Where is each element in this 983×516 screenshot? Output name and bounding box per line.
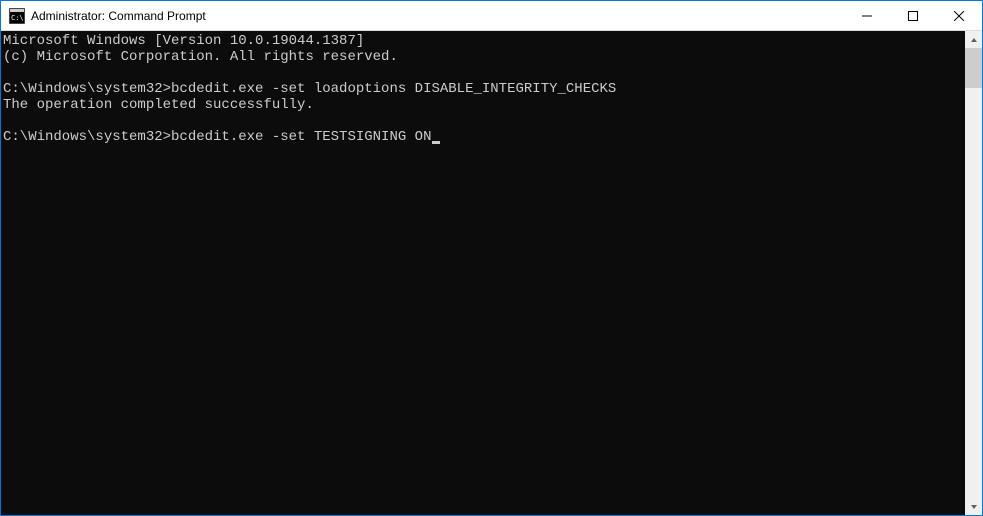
terminal-line: C:\Windows\system32>bcdedit.exe -set loa… [3,81,965,97]
terminal-line [3,65,965,81]
text-cursor [432,141,440,144]
vertical-scrollbar[interactable] [965,31,982,515]
scroll-up-button[interactable] [965,31,982,48]
window-controls [844,1,982,30]
scroll-down-button[interactable] [965,498,982,515]
content-area: Microsoft Windows [Version 10.0.19044.13… [1,31,982,515]
cmd-icon: C:\ [9,8,25,24]
terminal-line: C:\Windows\system32>bcdedit.exe -set TES… [3,129,965,145]
maximize-button[interactable] [890,1,936,30]
terminal-output[interactable]: Microsoft Windows [Version 10.0.19044.13… [1,31,965,515]
terminal-line: Microsoft Windows [Version 10.0.19044.13… [3,33,965,49]
command-prompt-window: C:\ Administrator: Command Prompt Micros… [0,0,983,516]
scroll-thumb[interactable] [965,48,982,88]
minimize-button[interactable] [844,1,890,30]
titlebar-left: C:\ Administrator: Command Prompt [1,8,206,24]
scroll-track[interactable] [965,48,982,498]
close-button[interactable] [936,1,982,30]
terminal-line [3,113,965,129]
terminal-line: (c) Microsoft Corporation. All rights re… [3,49,965,65]
titlebar[interactable]: C:\ Administrator: Command Prompt [1,1,982,31]
svg-text:C:\: C:\ [11,14,24,22]
terminal-line: The operation completed successfully. [3,97,965,113]
window-title: Administrator: Command Prompt [31,9,206,23]
